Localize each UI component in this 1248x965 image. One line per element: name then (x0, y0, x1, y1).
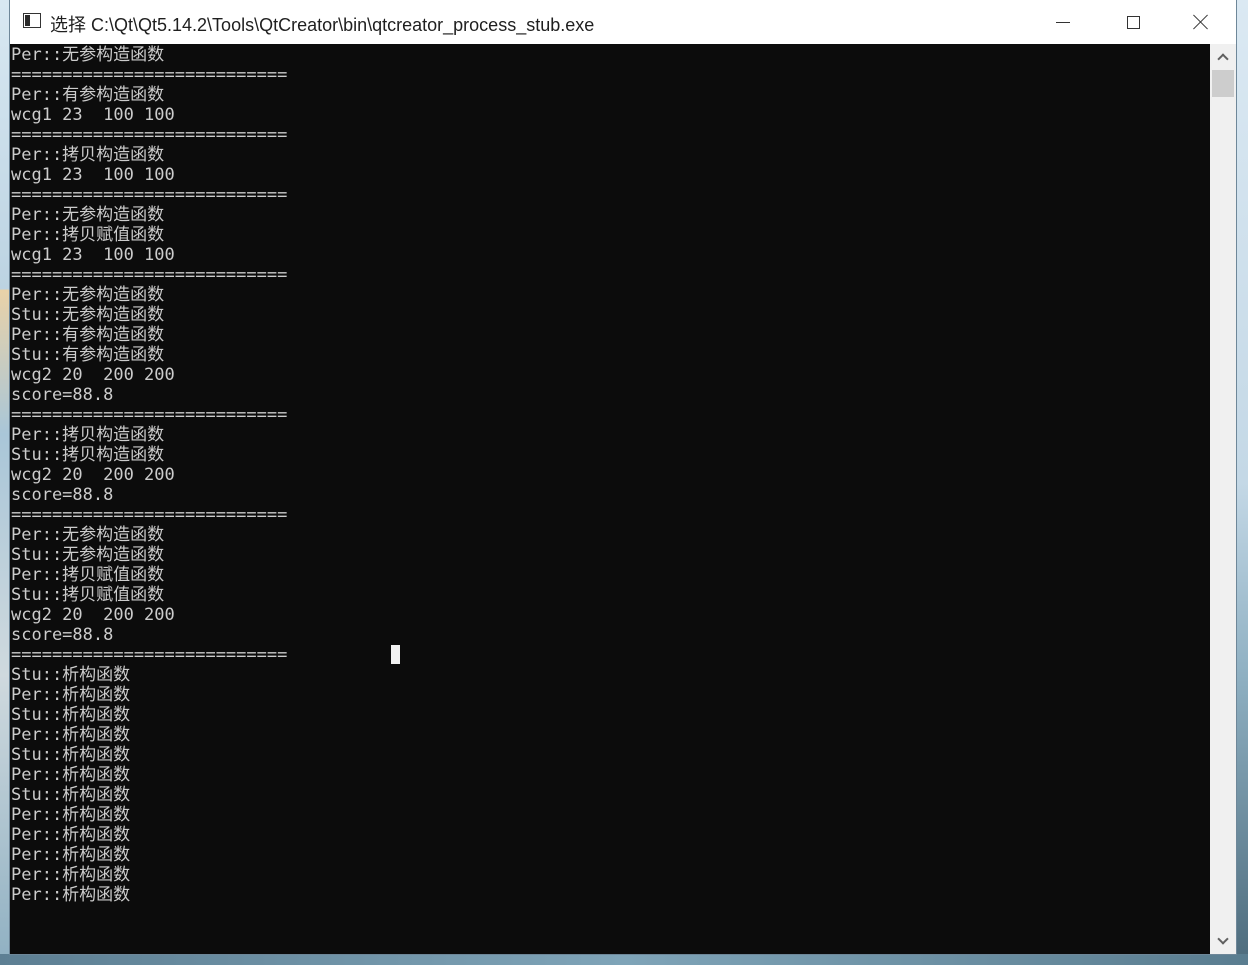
console-line: wcg1 23 100 100 (11, 245, 175, 265)
console-line: Per::析构函数 (11, 685, 131, 705)
console-line: Stu::拷贝构造函数 (11, 445, 165, 465)
scroll-up-button[interactable] (1210, 44, 1236, 70)
console-lines: Per::无参构造函数 =========================== Pe… (11, 45, 287, 905)
console-line: Per::析构函数 (11, 845, 131, 865)
scroll-down-button[interactable] (1210, 928, 1236, 954)
console-line: Per::拷贝赋值函数 (11, 565, 165, 585)
console-line: Per::无参构造函数 (11, 205, 165, 225)
console-line: Stu::无参构造函数 (11, 545, 165, 565)
console-line: =========================== (11, 65, 288, 85)
console-line: Stu::拷贝赋值函数 (11, 585, 165, 605)
console-line: Stu::析构函数 (11, 705, 131, 725)
console-line: Per::析构函数 (11, 825, 131, 845)
vertical-scrollbar[interactable] (1210, 44, 1236, 954)
console-line: Per::析构函数 (11, 725, 131, 745)
scrollbar-thumb[interactable] (1212, 70, 1234, 97)
maximize-icon (1126, 15, 1140, 29)
minimize-icon (1056, 21, 1070, 23)
console-output[interactable]: Per::无参构造函数 =========================== Pe… (10, 44, 1210, 954)
console-line: Per::拷贝赋值函数 (11, 225, 165, 245)
console-line: wcg2 20 200 200 (11, 465, 175, 485)
minimize-button[interactable] (1028, 0, 1098, 44)
chevron-up-icon (1217, 53, 1229, 65)
console-line: =========================== (11, 505, 288, 525)
console-line: =========================== (11, 645, 288, 665)
console-line: Per::拷贝构造函数 (11, 145, 165, 165)
console-line: Per::析构函数 (11, 865, 131, 885)
console-line: Per::无参构造函数 (11, 45, 165, 65)
console-line: Per::无参构造函数 (11, 525, 165, 545)
console-line: wcg1 23 100 100 (11, 105, 175, 125)
desktop-background-left (0, 0, 10, 965)
console-line: =========================== (11, 185, 288, 205)
console-line: Per::无参构造函数 (11, 285, 165, 305)
console-line: Stu::析构函数 (11, 785, 131, 805)
console-line: Per::拷贝构造函数 (11, 425, 165, 445)
close-button[interactable] (1166, 0, 1236, 44)
console-window: 选择 C:\Qt\Qt5.14.2\Tools\QtCreator\bin\qt… (10, 0, 1236, 954)
console-line: =========================== (11, 405, 288, 425)
console-line: Stu::析构函数 (11, 745, 131, 765)
console-line: wcg2 20 200 200 (11, 605, 175, 625)
console-line: score=88.8 (11, 385, 114, 405)
console-line: =========================== (11, 265, 288, 285)
console-line: Stu::析构函数 (11, 665, 131, 685)
console-line: score=88.8 (11, 485, 114, 505)
console-line: Stu::无参构造函数 (11, 305, 165, 325)
console-app-icon[interactable] (23, 13, 41, 28)
console-line: Per::析构函数 (11, 885, 131, 905)
text-cursor (391, 645, 400, 664)
title-bar[interactable]: 选择 C:\Qt\Qt5.14.2\Tools\QtCreator\bin\qt… (10, 0, 1236, 44)
chevron-down-icon (1217, 933, 1229, 945)
desktop-background-bottom (0, 954, 1248, 965)
console-line: Per::析构函数 (11, 765, 131, 785)
desktop-background-right (1236, 0, 1248, 965)
console-line: wcg2 20 200 200 (11, 365, 175, 385)
close-icon (1193, 14, 1209, 30)
console-line: Per::有参构造函数 (11, 85, 165, 105)
console-line: Stu::有参构造函数 (11, 345, 165, 365)
window-title: 选择 C:\Qt\Qt5.14.2\Tools\QtCreator\bin\qt… (50, 15, 595, 35)
console-line: score=88.8 (11, 625, 114, 645)
maximize-button[interactable] (1098, 0, 1168, 44)
console-line: wcg1 23 100 100 (11, 165, 175, 185)
console-line: =========================== (11, 125, 288, 145)
console-line: Per::有参构造函数 (11, 325, 165, 345)
console-line: Per::析构函数 (11, 805, 131, 825)
